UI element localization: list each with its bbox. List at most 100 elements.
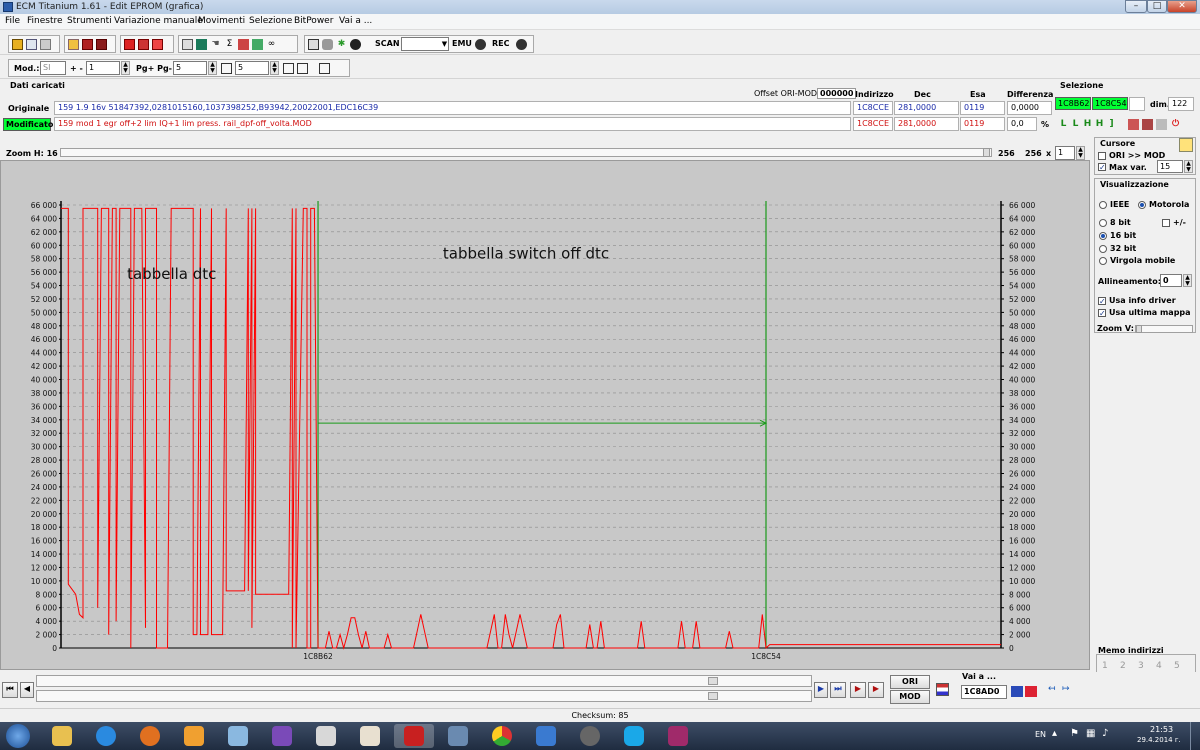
zoom-mult-spinner[interactable]: ▲ ▼ <box>1076 146 1085 160</box>
taskbar-vs[interactable] <box>262 724 302 748</box>
taskbar-ie[interactable] <box>86 724 126 748</box>
print-icon[interactable] <box>182 39 193 50</box>
select-left-icon[interactable]: L <box>1058 119 1069 130</box>
select-left2-icon[interactable]: L <box>1070 119 1081 130</box>
usa-info-checkbox[interactable]: ✓ <box>1098 297 1106 306</box>
windows-icon[interactable] <box>26 39 37 50</box>
mod-field[interactable]: SI <box>40 61 66 75</box>
taskbar-notepad[interactable] <box>306 724 346 748</box>
network-icon[interactable]: ▦ <box>1086 728 1095 739</box>
first-page-button[interactable]: ⏮ <box>2 682 18 698</box>
sigma-icon[interactable]: Σ <box>224 39 235 50</box>
pg-field[interactable]: 5 <box>173 61 207 75</box>
bit8-radio[interactable] <box>1099 219 1107 227</box>
memo-4[interactable]: 4 <box>1156 661 1162 671</box>
taskbar-skype[interactable] <box>614 724 654 748</box>
taskbar-tool[interactable] <box>570 724 610 748</box>
select-bracket-icon[interactable]: ] <box>1106 119 1117 130</box>
compare-icon[interactable] <box>138 39 149 50</box>
lock-icon[interactable] <box>322 39 333 50</box>
rec-button[interactable] <box>516 39 527 50</box>
paste-selection-icon[interactable] <box>1142 119 1153 130</box>
maxvar-checkbox[interactable]: ✓ <box>1098 163 1106 172</box>
record-dot-icon[interactable] <box>350 39 361 50</box>
clock-time[interactable]: 21:53 <box>1150 725 1173 734</box>
vaia-field[interactable]: 1C8AD0 <box>961 685 1007 699</box>
next-page-button[interactable]: ▶ <box>814 682 828 698</box>
terminal-icon[interactable] <box>308 39 319 50</box>
allineamento-spinner[interactable]: ▲ ▼ <box>1183 274 1192 287</box>
ori-scrollbar[interactable] <box>36 675 812 687</box>
eprom-chart[interactable]: 0 0 2 000 2 000 4 000 4 000 6 000 6 000 8 000 8 0… <box>1 161 1089 669</box>
volume-icon[interactable]: ♪ <box>1102 728 1108 739</box>
taskbar-calc[interactable] <box>438 724 478 748</box>
jump-red2-button[interactable]: ▶ <box>868 682 884 698</box>
menu-selezione[interactable]: Selezione <box>249 16 292 26</box>
grid-icon[interactable] <box>283 63 294 74</box>
mod-scrollbar[interactable] <box>36 690 812 702</box>
h-icon[interactable] <box>297 63 308 74</box>
zoomv-slider[interactable] <box>1135 325 1193 333</box>
taskbar-media[interactable] <box>174 724 214 748</box>
d-spinner[interactable]: ▲ ▼ <box>270 61 279 75</box>
jump-red-button[interactable]: ▶ <box>850 682 866 698</box>
usa-ultima-checkbox[interactable]: ✓ <box>1098 309 1106 318</box>
zoom-h-slider[interactable] <box>60 148 992 157</box>
taskbar-firefox[interactable] <box>130 724 170 748</box>
taskbar-ecm[interactable] <box>394 724 434 748</box>
step-field[interactable]: 1 <box>86 61 120 75</box>
maximize-button[interactable]: □ <box>1147 0 1167 13</box>
chevron-down-icon[interactable]: ▼ <box>439 39 450 50</box>
panel-icon[interactable] <box>40 39 51 50</box>
taskbar-paint[interactable] <box>218 724 258 748</box>
memo-3[interactable]: 3 <box>1138 661 1144 671</box>
bit32-radio[interactable] <box>1099 245 1107 253</box>
bit16-radio[interactable] <box>1099 232 1107 240</box>
arrow-right-icon[interactable]: ↦ <box>1062 684 1074 697</box>
maxvar-spinner[interactable]: ▲ ▼ <box>1184 160 1193 173</box>
memo-2[interactable]: 2 <box>1120 661 1126 671</box>
menu-strumenti[interactable]: Strumenti <box>67 16 112 26</box>
taskbar-chrome[interactable] <box>482 724 522 748</box>
mod-button[interactable]: MOD <box>890 690 930 704</box>
ori-button[interactable]: ORI <box>890 675 930 689</box>
checksum-icon[interactable] <box>124 39 135 50</box>
hand-icon[interactable]: ☚ <box>210 39 221 50</box>
mod-scroll-thumb[interactable] <box>708 692 718 700</box>
clear-selection-icon[interactable] <box>1156 119 1167 130</box>
flag-icon[interactable] <box>936 683 949 696</box>
arrow-left-icon[interactable]: ↤ <box>1048 684 1060 697</box>
runner-icon[interactable]: ✱ <box>336 39 347 50</box>
signed-checkbox[interactable] <box>1162 219 1170 227</box>
chart-icon[interactable] <box>238 39 249 50</box>
zoomv-thumb[interactable] <box>1136 325 1142 333</box>
pg-spinner[interactable]: ▲ ▼ <box>208 61 217 75</box>
difference-icon[interactable] <box>152 39 163 50</box>
zoom-mult-field[interactable]: 1 <box>1055 146 1075 160</box>
ori-mod-checkbox[interactable] <box>1098 152 1106 160</box>
page-icon[interactable] <box>221 63 232 74</box>
zoom-h-thumb[interactable] <box>983 148 990 157</box>
menu-vai-a[interactable]: Vai a ... <box>339 16 372 26</box>
language-indicator[interactable]: EN <box>1035 730 1046 739</box>
step-spinner[interactable]: ▲ ▼ <box>121 61 130 75</box>
taskbar-arduino[interactable] <box>350 724 390 748</box>
table-icon[interactable] <box>252 39 263 50</box>
save-icon[interactable] <box>82 39 93 50</box>
d-field[interactable]: 5 <box>235 61 269 75</box>
menu-bitpower[interactable]: BitPower <box>294 16 333 26</box>
maxvar-field[interactable]: 15 <box>1157 160 1183 173</box>
allineamento-field[interactable]: 0 <box>1160 274 1182 287</box>
motorola-radio[interactable] <box>1138 201 1146 209</box>
clock-date[interactable]: 29.4.2014 г. <box>1137 736 1181 744</box>
power-icon[interactable]: ⏻ <box>1170 119 1181 130</box>
prev-page-button[interactable]: ◀ <box>20 682 34 698</box>
tray-arrow-icon[interactable]: ▴ <box>1052 728 1057 739</box>
menu-file[interactable]: File <box>5 16 20 26</box>
t-icon[interactable] <box>319 63 330 74</box>
select-h-icon[interactable]: H <box>1082 119 1093 130</box>
memo-1[interactable]: 1 <box>1102 661 1108 671</box>
binoculars-icon[interactable]: ∞ <box>266 39 277 50</box>
menu-finestre[interactable]: Finestre <box>27 16 63 26</box>
ieee-radio[interactable] <box>1099 201 1107 209</box>
